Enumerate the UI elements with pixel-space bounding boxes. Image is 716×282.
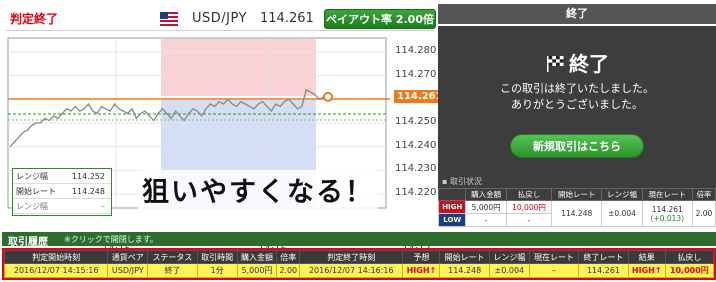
history-cell-start-time: 2016/12/07 14:15:16	[3, 263, 109, 278]
history-table-wrapper: 判定開始時刻 通貨ペア ステータス 取引時間 購入金額 倍率 判定終了時刻 予想 開始レート レン…	[2, 248, 716, 280]
history-cell-duration: 1分	[196, 263, 238, 278]
last-price-marker	[323, 91, 333, 102]
high-zone	[161, 39, 316, 96]
range-row: レンジ幅 114.252	[13, 169, 111, 184]
current-rate-cell: 114.261 (+0.013)	[641, 200, 693, 227]
current-rate: 114.261	[260, 11, 314, 26]
col-open-rate: 開始レート	[551, 188, 603, 201]
history-col-result: 結果	[627, 250, 666, 264]
history-cell-prediction: HIGH↑	[402, 263, 441, 278]
end-message-line2: ありがとうございました。	[511, 98, 643, 111]
col-amount: 購入金額	[465, 188, 507, 201]
chart-panel: 判定終了 USD/JPY 114.261 ペイアウト率 2.00倍 114.28…	[2, 4, 446, 255]
history-note: ※クリックで開閉します。	[64, 235, 158, 244]
history-cell-result: HIGH↑	[627, 263, 666, 278]
end-message-line1: この取引は終了いたしました。	[500, 82, 654, 95]
history-cell-end-time: 2016/12/07 14:16:16	[299, 263, 404, 278]
history-col-open-rate: 開始レート	[439, 250, 490, 264]
y-tick-label: 114.220	[395, 187, 437, 199]
col-multiplier: 倍率	[691, 188, 716, 201]
end-panel: 終了 終了 この取引は終了いたしました。 ありがとうございました。 新規取引はこ…	[437, 4, 716, 227]
y-tick-label: 114.240	[395, 139, 437, 151]
overlay-caption: 狙いやすくなる！	[138, 170, 378, 209]
end-title: 終了	[438, 48, 716, 77]
history-cell-current-rate: –	[528, 263, 580, 278]
history-col-currency-pair: 通貨ペア	[107, 250, 149, 264]
y-tick-label: 114.230	[395, 163, 437, 175]
high-label: HIGH	[437, 200, 467, 214]
history-header-row: 判定開始時刻 通貨ペア ステータス 取引時間 購入金額 倍率 判定終了時刻 予想 開始レート レン…	[3, 250, 715, 264]
range2-row: レンジ幅 –	[13, 199, 111, 214]
col-payout: 払戻し	[505, 188, 553, 201]
open-rate-value: 114.248	[71, 187, 105, 196]
trade-status-row-high: HIGH 5,000円 10,000円 114.248 ±0.004 114.2…	[437, 200, 716, 227]
history-col-current-rate: 現在レート	[528, 250, 580, 264]
trade-status-table: 購入金額 払戻し 開始レート レンジ幅 現在レート 倍率 HIGH 5,000円…	[437, 188, 716, 227]
history-col-start-time: 判定開始時刻	[3, 250, 109, 264]
history-cell-open-rate: 114.248	[439, 263, 490, 278]
trade-status-label-text: 取引状況	[449, 177, 482, 186]
history-header[interactable]: 取引履歴 ※クリックで開閉します。	[2, 232, 716, 248]
history-cell-payout: 10,000円	[664, 263, 715, 278]
open-rate-cell: 114.248	[551, 200, 603, 227]
y-tick-label: 114.250	[395, 116, 437, 127]
trade-status-header-row: 購入金額 払戻し 開始レート レンジ幅 現在レート 倍率	[437, 188, 716, 201]
open-rate-label: 開始レート	[16, 187, 56, 196]
col-current-rate: 現在レート	[641, 188, 693, 201]
low-payout: -	[505, 213, 553, 227]
new-trade-button[interactable]: 新規取引はこちら	[510, 134, 644, 158]
current-rate-value: 114.261	[651, 204, 683, 214]
current-rate-diff: (+0.013)	[650, 213, 685, 223]
history-col-multiplier: 倍率	[276, 250, 301, 264]
col-range: レンジ幅	[601, 188, 643, 201]
y-tick-label: 114.270	[395, 68, 437, 80]
history-title: 取引履歴	[8, 237, 48, 248]
header-divider	[6, 30, 434, 31]
range2-value: –	[101, 202, 105, 211]
history-cell-amount: 5,000円	[236, 263, 278, 278]
us-flag-icon	[160, 12, 178, 26]
high-payout: 10,000円	[505, 200, 553, 214]
range-value: 114.252	[71, 172, 105, 181]
range2-label: レンジ幅	[16, 202, 48, 211]
history-col-payout: 払戻し	[664, 250, 715, 264]
low-amount: -	[465, 213, 507, 227]
history-table: 判定開始時刻 通貨ペア ステータス 取引時間 購入金額 倍率 判定終了時刻 予想 開始レート レン…	[3, 250, 715, 278]
history-cell-status: 終了	[147, 263, 198, 278]
range-label: レンジ幅	[16, 172, 48, 181]
end-title-text: 終了	[569, 52, 609, 76]
multiplier-cell: 2.00	[691, 200, 716, 227]
rate-info-box: レンジ幅 114.252 開始レート 114.248 レンジ幅 –	[12, 168, 112, 216]
history-col-range: レンジ幅	[488, 250, 530, 264]
high-amount: 5,000円	[465, 200, 507, 214]
history-col-amount: 購入金額	[236, 250, 278, 264]
history-row[interactable]: 2016/12/07 14:15:16 USD/JPY 終了 1分 5,000円 2.00…	[3, 263, 715, 278]
history-cell-currency-pair: USD/JPY	[107, 263, 149, 278]
payout-badge: ペイアウト率 2.00倍	[324, 9, 436, 29]
col-direction	[437, 188, 467, 201]
history-col-end-time: 判定終了時刻	[299, 250, 404, 264]
history-col-prediction: 予想	[402, 250, 441, 264]
status-title: 判定終了	[10, 12, 59, 26]
low-label: LOW	[437, 213, 467, 227]
end-message-box: 終了 この取引は終了いたしました。 ありがとうございました。 新規取引はこちら	[438, 26, 716, 176]
checkered-flag-icon	[547, 56, 564, 72]
open-rate-row: 開始レート 114.248	[13, 184, 111, 199]
range-cell: ±0.004	[601, 200, 643, 227]
end-header: 終了	[438, 4, 716, 24]
currency-pair: USD/JPY	[192, 11, 247, 26]
history-cell-multiplier: 2.00	[276, 263, 301, 278]
history-cell-close-rate: 114.261	[578, 263, 629, 278]
history-col-close-rate: 終了レート	[578, 250, 629, 264]
history-cell-range: ±0.004	[488, 263, 530, 278]
y-tick-label: 114.280	[395, 44, 437, 56]
history-col-status: ステータス	[147, 250, 198, 264]
history-col-duration: 取引時間	[196, 250, 238, 264]
trade-status-label: ▪ 取引状況	[438, 176, 716, 188]
